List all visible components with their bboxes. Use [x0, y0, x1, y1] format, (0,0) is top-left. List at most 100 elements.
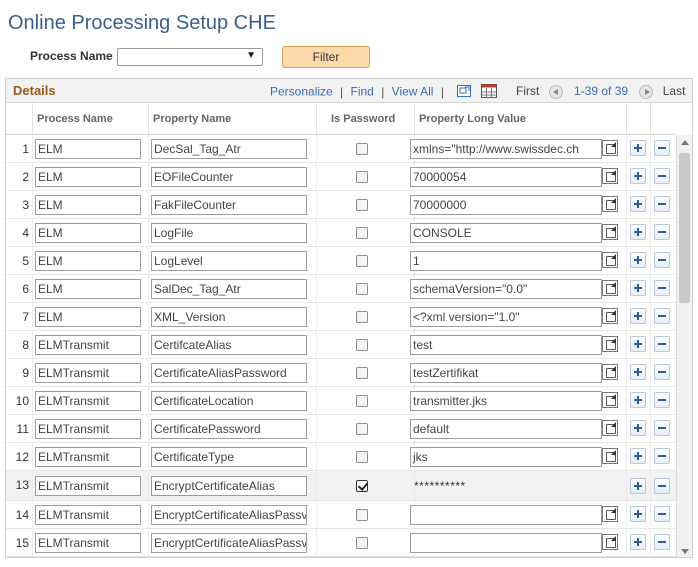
property-long-value-field[interactable]: <?xml version="1.0" — [410, 307, 602, 327]
scroll-thumb[interactable] — [679, 153, 690, 303]
process-name-field[interactable]: ELM — [35, 279, 141, 299]
add-row-icon[interactable] — [630, 252, 646, 268]
add-row-icon[interactable] — [630, 308, 646, 324]
add-row-icon[interactable] — [630, 420, 646, 436]
grid-view-icon[interactable] — [480, 84, 497, 101]
process-name-field[interactable]: ELMTransmit — [35, 335, 141, 355]
property-name-field[interactable]: LogLevel — [151, 251, 307, 271]
property-long-value-field[interactable]: xmlns="http://www.swissdec.ch — [410, 139, 602, 159]
delete-row-icon[interactable] — [654, 478, 670, 494]
column-header-is-password[interactable]: Is Password — [316, 103, 414, 135]
is-password-checkbox[interactable] — [356, 227, 368, 239]
is-password-checkbox[interactable] — [356, 395, 368, 407]
property-long-value-field[interactable]: transmitter.jks — [410, 391, 602, 411]
add-row-icon[interactable] — [630, 478, 646, 494]
property-name-field[interactable]: EncryptCertificateAliasPassv — [151, 533, 307, 553]
property-name-field[interactable]: CertificateAliasPassword — [151, 363, 307, 383]
add-row-icon[interactable] — [630, 280, 646, 296]
process-name-select[interactable]: ▼ — [117, 48, 263, 66]
property-name-field[interactable]: EncryptCertificateAlias — [151, 476, 307, 496]
expand-icon[interactable] — [602, 506, 618, 522]
add-row-icon[interactable] — [630, 448, 646, 464]
delete-row-icon[interactable] — [654, 252, 670, 268]
delete-row-icon[interactable] — [654, 224, 670, 240]
property-name-field[interactable]: XML_Version — [151, 307, 307, 327]
property-name-field[interactable]: DecSal_Tag_Atr — [151, 139, 307, 159]
expand-icon[interactable] — [602, 392, 618, 408]
process-name-field[interactable]: ELMTransmit — [35, 419, 141, 439]
property-long-value-field[interactable]: jks — [410, 447, 602, 467]
add-row-icon[interactable] — [630, 196, 646, 212]
column-header-property-long-value[interactable]: Property Long Value — [414, 103, 626, 135]
property-long-value-field[interactable]: test — [410, 335, 602, 355]
add-row-icon[interactable] — [630, 224, 646, 240]
is-password-checkbox[interactable] — [356, 255, 368, 267]
property-long-value-field[interactable] — [410, 533, 602, 553]
is-password-checkbox[interactable] — [356, 339, 368, 351]
next-icon[interactable] — [639, 84, 654, 99]
process-name-field[interactable]: ELM — [35, 251, 141, 271]
process-name-field[interactable]: ELM — [35, 167, 141, 187]
filter-button[interactable]: Filter — [282, 46, 370, 68]
property-name-field[interactable]: EncryptCertificateAliasPassv — [151, 505, 307, 525]
is-password-checkbox[interactable] — [356, 199, 368, 211]
add-row-icon[interactable] — [630, 168, 646, 184]
process-name-field[interactable]: ELM — [35, 195, 141, 215]
process-name-field[interactable]: ELM — [35, 139, 141, 159]
expand-icon[interactable] — [602, 140, 618, 156]
process-name-field[interactable]: ELMTransmit — [35, 533, 141, 553]
expand-icon[interactable] — [602, 336, 618, 352]
property-name-field[interactable]: LogFile — [151, 223, 307, 243]
property-name-field[interactable]: CertificatePassword — [151, 419, 307, 439]
process-name-field[interactable]: ELM — [35, 307, 141, 327]
property-long-value-field[interactable]: default — [410, 419, 602, 439]
property-long-value-field[interactable]: testZertifikat — [410, 363, 602, 383]
is-password-checkbox[interactable] — [356, 367, 368, 379]
property-name-field[interactable]: CertificateType — [151, 447, 307, 467]
zoom-icon[interactable] — [457, 85, 472, 100]
delete-row-icon[interactable] — [654, 420, 670, 436]
personalize-link[interactable]: Personalize — [270, 85, 333, 99]
delete-row-icon[interactable] — [654, 196, 670, 212]
delete-row-icon[interactable] — [654, 534, 670, 550]
delete-row-icon[interactable] — [654, 336, 670, 352]
column-header-property-name[interactable]: Property Name — [148, 103, 316, 135]
delete-row-icon[interactable] — [654, 392, 670, 408]
is-password-checkbox[interactable] — [356, 171, 368, 183]
is-password-checkbox[interactable] — [356, 480, 368, 492]
add-row-icon[interactable] — [630, 534, 646, 550]
delete-row-icon[interactable] — [654, 506, 670, 522]
property-long-value-field[interactable]: schemaVersion="0.0" — [410, 279, 602, 299]
expand-icon[interactable] — [602, 252, 618, 268]
grid-scrollbar[interactable] — [676, 135, 692, 557]
is-password-checkbox[interactable] — [356, 509, 368, 521]
expand-icon[interactable] — [602, 420, 618, 436]
process-name-field[interactable]: ELMTransmit — [35, 447, 141, 467]
property-name-field[interactable]: EOFileCounter — [151, 167, 307, 187]
property-long-value-field[interactable]: 70000000 — [410, 195, 602, 215]
scroll-down-icon[interactable] — [681, 549, 689, 554]
is-password-checkbox[interactable] — [356, 537, 368, 549]
property-long-value-field[interactable]: CONSOLE — [410, 223, 602, 243]
property-long-value-field[interactable] — [410, 505, 602, 525]
property-name-field[interactable]: FakFileCounter — [151, 195, 307, 215]
property-name-field[interactable]: CertifcateAlias — [151, 335, 307, 355]
expand-icon[interactable] — [602, 448, 618, 464]
view-all-link[interactable]: View All — [392, 85, 434, 99]
delete-row-icon[interactable] — [654, 448, 670, 464]
scroll-up-icon[interactable] — [681, 140, 689, 145]
expand-icon[interactable] — [602, 280, 618, 296]
delete-row-icon[interactable] — [654, 280, 670, 296]
expand-icon[interactable] — [602, 224, 618, 240]
is-password-checkbox[interactable] — [356, 143, 368, 155]
previous-icon[interactable] — [548, 84, 563, 99]
delete-row-icon[interactable] — [654, 168, 670, 184]
expand-icon[interactable] — [602, 196, 618, 212]
expand-icon[interactable] — [602, 168, 618, 184]
expand-icon[interactable] — [602, 364, 618, 380]
add-row-icon[interactable] — [630, 364, 646, 380]
delete-row-icon[interactable] — [654, 308, 670, 324]
is-password-checkbox[interactable] — [356, 451, 368, 463]
process-name-field[interactable]: ELMTransmit — [35, 391, 141, 411]
is-password-checkbox[interactable] — [356, 423, 368, 435]
